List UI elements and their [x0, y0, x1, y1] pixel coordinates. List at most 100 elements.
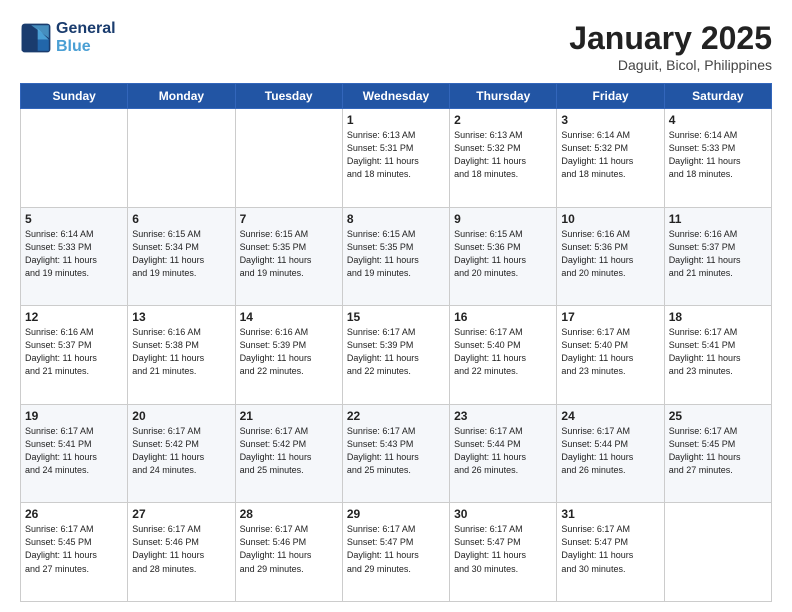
calendar-day-cell	[128, 109, 235, 208]
calendar-day-cell: 22Sunrise: 6:17 AMSunset: 5:43 PMDayligh…	[342, 404, 449, 503]
day-number: 31	[561, 507, 659, 521]
page: General Blue January 2025 Daguit, Bicol,…	[0, 0, 792, 612]
calendar-day-cell: 14 Sunrise: 6:16 AMSunset: 5:39 PMDayligh…	[235, 306, 342, 405]
calendar-day-cell: 27 Sunrise: 6:17 AMSunset: 5:46 PMDayligh…	[128, 503, 235, 602]
day-number: 16	[454, 310, 552, 324]
location-subtitle: Daguit, Bicol, Philippines	[569, 57, 772, 73]
calendar-day-cell: 7 Sunrise: 6:15 AMSunset: 5:35 PMDaylight…	[235, 207, 342, 306]
header: General Blue January 2025 Daguit, Bicol,…	[20, 20, 772, 73]
calendar-day-cell: 13Sunrise: 6:16 AMSunset: 5:38 PMDayligh…	[128, 306, 235, 405]
day-number: 2	[454, 113, 552, 127]
day-number: 10	[561, 212, 659, 226]
day-info: Sunrise: 6:16 AMSunset: 5:37 PMDaylight:…	[669, 228, 767, 280]
day-info: Sunrise: 6:15 AMSunset: 5:36 PMDaylight:…	[454, 228, 552, 280]
calendar-week-row: 1 Sunrise: 6:13 AMSunset: 5:31 PMDaylight…	[21, 109, 772, 208]
day-number: 14	[240, 310, 338, 324]
day-info: Sunrise: 6:17 AMSunset: 5:45 PMDaylight:…	[669, 425, 767, 477]
day-number: 1	[347, 113, 445, 127]
calendar-day-cell: 16 Sunrise: 6:17 AMSunset: 5:40 PMDayligh…	[450, 306, 557, 405]
day-info: Sunrise: 6:14 AMSunset: 5:33 PMDaylight:…	[669, 129, 767, 181]
calendar-day-cell: 29Sunrise: 6:17 AMSunset: 5:47 PMDayligh…	[342, 503, 449, 602]
calendar-day-cell: 4 Sunrise: 6:14 AMSunset: 5:33 PMDaylight…	[664, 109, 771, 208]
calendar-day-cell: 6Sunrise: 6:15 AMSunset: 5:34 PMDaylight…	[128, 207, 235, 306]
calendar-day-cell: 30 Sunrise: 6:17 AMSunset: 5:47 PMDayligh…	[450, 503, 557, 602]
calendar-week-row: 19Sunrise: 6:17 AMSunset: 5:41 PMDayligh…	[21, 404, 772, 503]
calendar-day-cell: 17 Sunrise: 6:17 AMSunset: 5:40 PMDayligh…	[557, 306, 664, 405]
calendar-day-cell: 9 Sunrise: 6:15 AMSunset: 5:36 PMDaylight…	[450, 207, 557, 306]
day-info: Sunrise: 6:17 AMSunset: 5:47 PMDaylight:…	[454, 523, 552, 575]
calendar-day-cell: 2 Sunrise: 6:13 AMSunset: 5:32 PMDaylight…	[450, 109, 557, 208]
day-number: 3	[561, 113, 659, 127]
calendar-day-cell: 8 Sunrise: 6:15 AMSunset: 5:35 PMDaylight…	[342, 207, 449, 306]
day-info: Sunrise: 6:16 AMSunset: 5:39 PMDaylight:…	[240, 326, 338, 378]
day-info: Sunrise: 6:17 AMSunset: 5:47 PMDaylight:…	[347, 523, 445, 575]
calendar-body: 1 Sunrise: 6:13 AMSunset: 5:31 PMDaylight…	[21, 109, 772, 602]
day-info: Sunrise: 6:17 AMSunset: 5:47 PMDaylight:…	[561, 523, 659, 575]
calendar-day-cell: 26 Sunrise: 6:17 AMSunset: 5:45 PMDayligh…	[21, 503, 128, 602]
day-number: 25	[669, 409, 767, 423]
day-number: 9	[454, 212, 552, 226]
day-info: Sunrise: 6:17 AMSunset: 5:45 PMDaylight:…	[25, 523, 123, 575]
calendar-day-cell: 12 Sunrise: 6:16 AMSunset: 5:37 PMDayligh…	[21, 306, 128, 405]
calendar-day-cell: 3Sunrise: 6:14 AMSunset: 5:32 PMDaylight…	[557, 109, 664, 208]
calendar-day-cell: 1 Sunrise: 6:13 AMSunset: 5:31 PMDaylight…	[342, 109, 449, 208]
day-info: Sunrise: 6:15 AMSunset: 5:35 PMDaylight:…	[347, 228, 445, 280]
month-title: January 2025	[569, 20, 772, 57]
weekday-header-cell: Thursday	[450, 84, 557, 109]
weekday-header-cell: Wednesday	[342, 84, 449, 109]
day-info: Sunrise: 6:17 AMSunset: 5:40 PMDaylight:…	[454, 326, 552, 378]
weekday-header-cell: Tuesday	[235, 84, 342, 109]
day-info: Sunrise: 6:16 AMSunset: 5:37 PMDaylight:…	[25, 326, 123, 378]
day-number: 17	[561, 310, 659, 324]
day-number: 28	[240, 507, 338, 521]
day-info: Sunrise: 6:17 AMSunset: 5:41 PMDaylight:…	[25, 425, 123, 477]
logo-icon	[20, 22, 52, 54]
day-info: Sunrise: 6:13 AMSunset: 5:31 PMDaylight:…	[347, 129, 445, 181]
calendar-day-cell	[235, 109, 342, 208]
day-info: Sunrise: 6:14 AMSunset: 5:33 PMDaylight:…	[25, 228, 123, 280]
day-number: 26	[25, 507, 123, 521]
calendar-day-cell: 11Sunrise: 6:16 AMSunset: 5:37 PMDayligh…	[664, 207, 771, 306]
day-number: 23	[454, 409, 552, 423]
weekday-header-cell: Friday	[557, 84, 664, 109]
day-number: 7	[240, 212, 338, 226]
day-info: Sunrise: 6:17 AMSunset: 5:39 PMDaylight:…	[347, 326, 445, 378]
calendar-day-cell: 10Sunrise: 6:16 AMSunset: 5:36 PMDayligh…	[557, 207, 664, 306]
day-info: Sunrise: 6:17 AMSunset: 5:46 PMDaylight:…	[240, 523, 338, 575]
calendar-day-cell: 5 Sunrise: 6:14 AMSunset: 5:33 PMDaylight…	[21, 207, 128, 306]
day-info: Sunrise: 6:17 AMSunset: 5:44 PMDaylight:…	[561, 425, 659, 477]
weekday-header-row: SundayMondayTuesdayWednesdayThursdayFrid…	[21, 84, 772, 109]
day-number: 18	[669, 310, 767, 324]
day-info: Sunrise: 6:17 AMSunset: 5:46 PMDaylight:…	[132, 523, 230, 575]
day-number: 27	[132, 507, 230, 521]
day-number: 8	[347, 212, 445, 226]
calendar-day-cell: 23 Sunrise: 6:17 AMSunset: 5:44 PMDayligh…	[450, 404, 557, 503]
day-info: Sunrise: 6:15 AMSunset: 5:35 PMDaylight:…	[240, 228, 338, 280]
day-number: 15	[347, 310, 445, 324]
calendar-day-cell: 31 Sunrise: 6:17 AMSunset: 5:47 PMDayligh…	[557, 503, 664, 602]
day-number: 4	[669, 113, 767, 127]
day-number: 6	[132, 212, 230, 226]
calendar-week-row: 26 Sunrise: 6:17 AMSunset: 5:45 PMDayligh…	[21, 503, 772, 602]
day-number: 12	[25, 310, 123, 324]
day-number: 20	[132, 409, 230, 423]
weekday-header-cell: Monday	[128, 84, 235, 109]
day-number: 5	[25, 212, 123, 226]
day-info: Sunrise: 6:16 AMSunset: 5:38 PMDaylight:…	[132, 326, 230, 378]
day-info: Sunrise: 6:17 AMSunset: 5:41 PMDaylight:…	[669, 326, 767, 378]
day-number: 30	[454, 507, 552, 521]
calendar-day-cell: 20 Sunrise: 6:17 AMSunset: 5:42 PMDayligh…	[128, 404, 235, 503]
calendar-day-cell: 28 Sunrise: 6:17 AMSunset: 5:46 PMDayligh…	[235, 503, 342, 602]
logo-text: General Blue	[56, 20, 116, 56]
calendar-day-cell: 15 Sunrise: 6:17 AMSunset: 5:39 PMDayligh…	[342, 306, 449, 405]
day-info: Sunrise: 6:17 AMSunset: 5:40 PMDaylight:…	[561, 326, 659, 378]
day-info: Sunrise: 6:17 AMSunset: 5:42 PMDaylight:…	[132, 425, 230, 477]
calendar-week-row: 12 Sunrise: 6:16 AMSunset: 5:37 PMDayligh…	[21, 306, 772, 405]
day-info: Sunrise: 6:17 AMSunset: 5:42 PMDaylight:…	[240, 425, 338, 477]
day-info: Sunrise: 6:17 AMSunset: 5:44 PMDaylight:…	[454, 425, 552, 477]
day-info: Sunrise: 6:13 AMSunset: 5:32 PMDaylight:…	[454, 129, 552, 181]
title-section: January 2025 Daguit, Bicol, Philippines	[569, 20, 772, 73]
weekday-header-cell: Sunday	[21, 84, 128, 109]
logo: General Blue	[20, 20, 116, 56]
calendar-day-cell: 18 Sunrise: 6:17 AMSunset: 5:41 PMDayligh…	[664, 306, 771, 405]
